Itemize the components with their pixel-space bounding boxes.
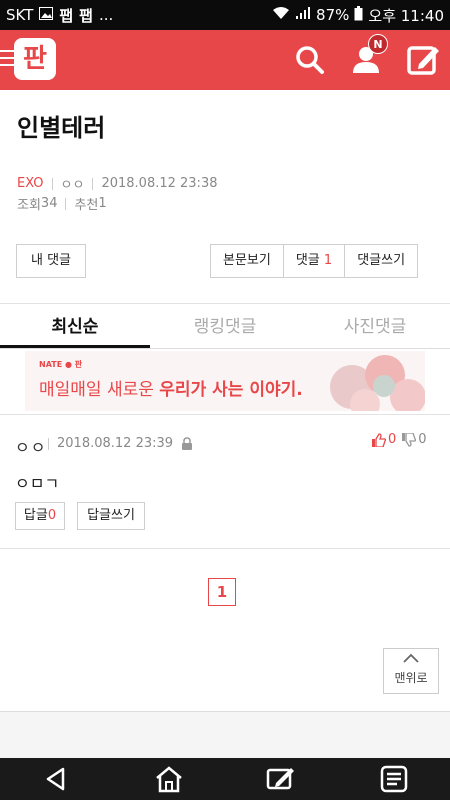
banner-brand: NATE ● 판: [39, 360, 83, 369]
tab-photo[interactable]: 사진댓글: [300, 305, 450, 348]
comment-datetime: 2018.08.12 23:39: [57, 436, 174, 451]
post-datetime: 2018.08.12 23:38: [101, 176, 218, 191]
recommend-count: 1: [98, 196, 107, 211]
separator: [65, 197, 67, 210]
decorative-balloon: [390, 379, 425, 411]
divider: [0, 548, 450, 549]
view-post-button[interactable]: 본문보기: [210, 244, 284, 278]
comment-actions: 본문보기 댓글 1 댓글쓰기: [210, 244, 419, 278]
image-notification-icon: [39, 6, 54, 24]
tab-ranking[interactable]: 랭킹댓글: [150, 305, 300, 348]
comment-author: ㅇㅇ: [15, 438, 47, 457]
separator: [92, 177, 94, 190]
post-meta: EXO ㅇㅇ 2018.08.12 23:38: [17, 174, 217, 193]
comments-count: 1: [323, 253, 333, 268]
like-count: 0: [388, 432, 397, 447]
battery-icon: [354, 5, 363, 25]
search-icon[interactable]: [293, 43, 327, 77]
banner-text-normal: 매일매일 새로운: [39, 380, 154, 400]
signal-icon: [295, 6, 311, 24]
decorative-balloon: [373, 375, 395, 397]
views-count: 34: [40, 196, 58, 211]
reply-button[interactable]: 답글0: [15, 502, 65, 530]
reply-count: 0: [47, 508, 57, 523]
separator: [51, 177, 53, 190]
write-comment-button[interactable]: 댓글쓰기: [344, 244, 419, 278]
dislike-button[interactable]: 0: [402, 432, 427, 447]
app-notification-icon: 팹: [59, 6, 74, 25]
divider: [0, 414, 450, 415]
comment-sort-tabs: 최신순 랭킹댓글 사진댓글: [0, 305, 450, 349]
recommend-label: 추천: [74, 198, 99, 213]
banner-text: 매일매일 새로운 우리가 사는 이야기.: [39, 375, 303, 400]
carrier-label: SKT: [6, 6, 34, 24]
footer-area: [0, 711, 450, 758]
clock: 오후 11:40: [368, 6, 444, 25]
banner-text-bold: 우리가 사는 이야기.: [159, 380, 303, 400]
comment-meta: 2018.08.12 23:39: [48, 436, 193, 451]
comments-button[interactable]: 댓글 1: [282, 244, 346, 278]
home-icon[interactable]: [149, 762, 189, 796]
pann-logo[interactable]: 판: [14, 38, 56, 80]
back-icon[interactable]: [36, 762, 76, 796]
page-number-current[interactable]: 1: [208, 578, 236, 606]
comment-votes: 0 0: [372, 432, 427, 447]
notification-badge: N: [368, 34, 388, 54]
post-author: ㅇㅇ: [60, 178, 85, 193]
dislike-count: 0: [418, 432, 427, 447]
write-icon[interactable]: [261, 762, 301, 796]
comment-body: ㅇㅁㄱ: [15, 474, 60, 493]
app-notification-icon: 팹: [79, 6, 93, 25]
lock-icon: [181, 437, 193, 450]
write-post-icon[interactable]: [406, 43, 440, 77]
battery-percent: 87%: [316, 6, 350, 24]
divider: [0, 303, 450, 304]
like-button[interactable]: 0: [372, 432, 396, 447]
comments-label: 댓글: [295, 253, 320, 268]
wifi-icon: [272, 6, 290, 24]
post-stats: 조회 34 추천 1: [17, 194, 107, 213]
separator: [48, 437, 49, 450]
chevron-up-icon: [384, 649, 438, 669]
thumbs-down-icon: [402, 432, 417, 447]
post-category[interactable]: EXO: [17, 176, 44, 191]
menu-icon[interactable]: [0, 50, 14, 66]
list-icon[interactable]: [374, 762, 414, 796]
post-title: 인별테러: [17, 114, 106, 142]
my-comment-button[interactable]: 내 댓글: [16, 244, 86, 278]
thumbs-up-icon: [372, 432, 386, 447]
bottom-nav-bar: [0, 758, 450, 800]
views-label: 조회: [17, 198, 41, 213]
more-notifications: ...: [98, 6, 114, 24]
back-to-top-label: 맨위로: [394, 671, 428, 685]
write-reply-button[interactable]: 답글쓰기: [77, 502, 145, 530]
reply-label: 답글: [23, 508, 48, 523]
status-bar: SKT 팹 팹 ... 87% 오후 11:40: [0, 0, 450, 30]
ad-banner[interactable]: NATE ● 판 매일매일 새로운 우리가 사는 이야기.: [25, 351, 425, 411]
tab-latest[interactable]: 최신순: [0, 305, 150, 348]
back-to-top-button[interactable]: 맨위로: [383, 648, 439, 694]
